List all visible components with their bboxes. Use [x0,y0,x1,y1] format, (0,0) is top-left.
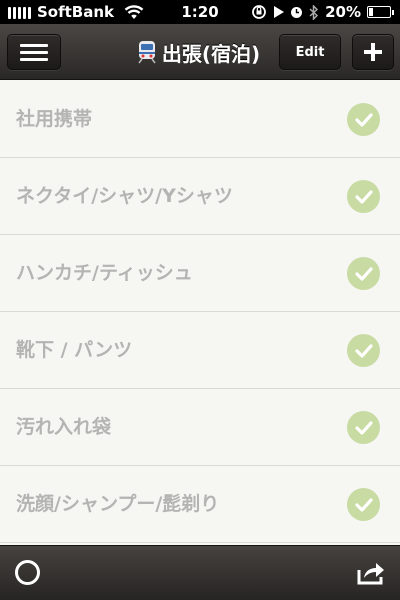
item-label: ハンカチ/ティッシュ [16,262,193,284]
battery-percent: 20% [325,3,361,21]
share-icon[interactable] [356,560,386,586]
item-label: 靴下 / パンツ [16,339,133,361]
check-icon[interactable] [347,180,380,213]
check-icon[interactable] [347,488,380,521]
page-title: 出張(宿泊) [161,41,261,66]
item-label: 社用携帯 [16,108,93,130]
status-right: 20% [251,3,394,21]
bluetooth-icon [309,4,319,20]
circle-icon[interactable] [15,560,40,585]
list-item[interactable]: 靴下 / パンツ [0,312,400,389]
menu-button[interactable] [7,34,61,70]
edit-button[interactable]: Edit [279,34,341,70]
list-item[interactable]: 社用携帯 [0,81,400,158]
check-icon[interactable] [347,103,380,136]
nav-title-group: 出張(宿泊) [120,34,276,70]
check-icon[interactable] [347,411,380,444]
alarm-clock-icon [291,6,303,18]
item-label: ネクタイ/シャツ/Yシャツ [16,185,233,207]
plus-icon [364,43,382,61]
list-item[interactable]: 洗顔/シャンプー/髭剃り [0,466,400,543]
item-label: 洗顔/シャンプー/髭剃り [16,493,220,515]
list-item[interactable]: ハンカチ/ティッシュ [0,235,400,312]
status-bar: SoftBank 1:20 20% [0,0,400,24]
bottom-toolbar [0,545,400,600]
check-icon[interactable] [347,334,380,367]
play-icon [274,6,285,18]
item-label: 汚れ入れ袋 [16,416,112,438]
list-item[interactable]: 汚れ入れ袋 [0,389,400,466]
checklist: 社用携帯 ネクタイ/シャツ/Yシャツ ハンカチ/ティッシュ 靴下 / パンツ 汚… [0,81,400,545]
navigation-bar: 出張(宿泊) Edit [0,24,400,80]
check-icon[interactable] [347,257,380,290]
train-icon [138,41,156,64]
battery-icon [367,6,394,18]
list-item[interactable]: ネクタイ/シャツ/Yシャツ [0,158,400,235]
add-button[interactable] [352,34,394,70]
hamburger-icon [20,43,48,61]
rotation-lock-icon [252,5,266,19]
